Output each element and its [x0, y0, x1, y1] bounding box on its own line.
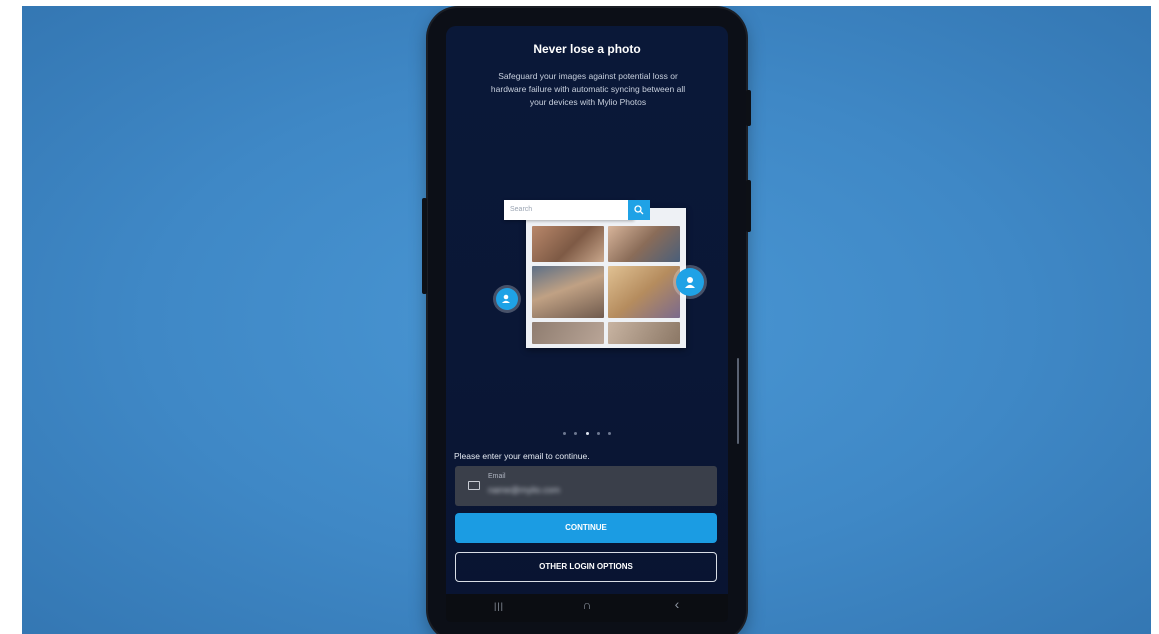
scrollbar[interactable] — [737, 358, 739, 444]
home-button[interactable]: ∩ — [572, 598, 602, 612]
photo-grid-card — [526, 208, 686, 348]
other-login-options-button[interactable]: OTHER LOGIN OPTIONS — [455, 552, 717, 582]
phone-side-button-volume — [746, 90, 751, 126]
search-icon — [628, 200, 650, 220]
photo-thumbnail — [608, 266, 680, 318]
video-frame: Never lose a photo Safeguard your images… — [22, 6, 1151, 634]
feature-description: Safeguard your images against potential … — [490, 71, 686, 107]
illustration-search-bar: Search — [504, 200, 634, 220]
phone-side-button-power — [746, 180, 751, 232]
email-prompt: Please enter your email to continue. — [454, 451, 590, 461]
email-field[interactable]: Email name@mylio.com — [455, 466, 717, 506]
page-dot[interactable] — [562, 432, 566, 435]
photo-thumbnail — [532, 226, 604, 262]
envelope-icon — [468, 481, 480, 490]
page-indicator[interactable] — [446, 422, 728, 440]
continue-button[interactable]: CONTINUE — [455, 513, 717, 543]
page-title: Never lose a photo — [533, 42, 641, 56]
phone-device: Never lose a photo Safeguard your images… — [422, 8, 751, 634]
photo-thumbnail — [532, 322, 604, 344]
photo-thumbnail — [608, 226, 680, 262]
back-button[interactable]: ‹ — [662, 596, 692, 612]
system-nav-bar: ||| ∩ ‹ — [446, 594, 728, 622]
person-search-icon — [496, 288, 518, 310]
phone-side-button-left — [422, 198, 427, 294]
photo-thumbnail — [608, 322, 680, 344]
page-dot[interactable] — [608, 432, 612, 435]
page-dot-active[interactable] — [585, 432, 589, 435]
page-dot[interactable] — [574, 432, 578, 435]
email-field-label: Email — [488, 473, 506, 480]
feature-illustration: Search — [496, 200, 704, 348]
photo-thumbnail — [532, 266, 604, 318]
page-dot[interactable] — [596, 432, 600, 435]
face-tag-icon — [676, 268, 704, 296]
email-field-value[interactable]: name@mylio.com — [488, 485, 560, 495]
recents-button[interactable]: ||| — [484, 601, 514, 611]
app-screen: Never lose a photo Safeguard your images… — [446, 26, 728, 622]
